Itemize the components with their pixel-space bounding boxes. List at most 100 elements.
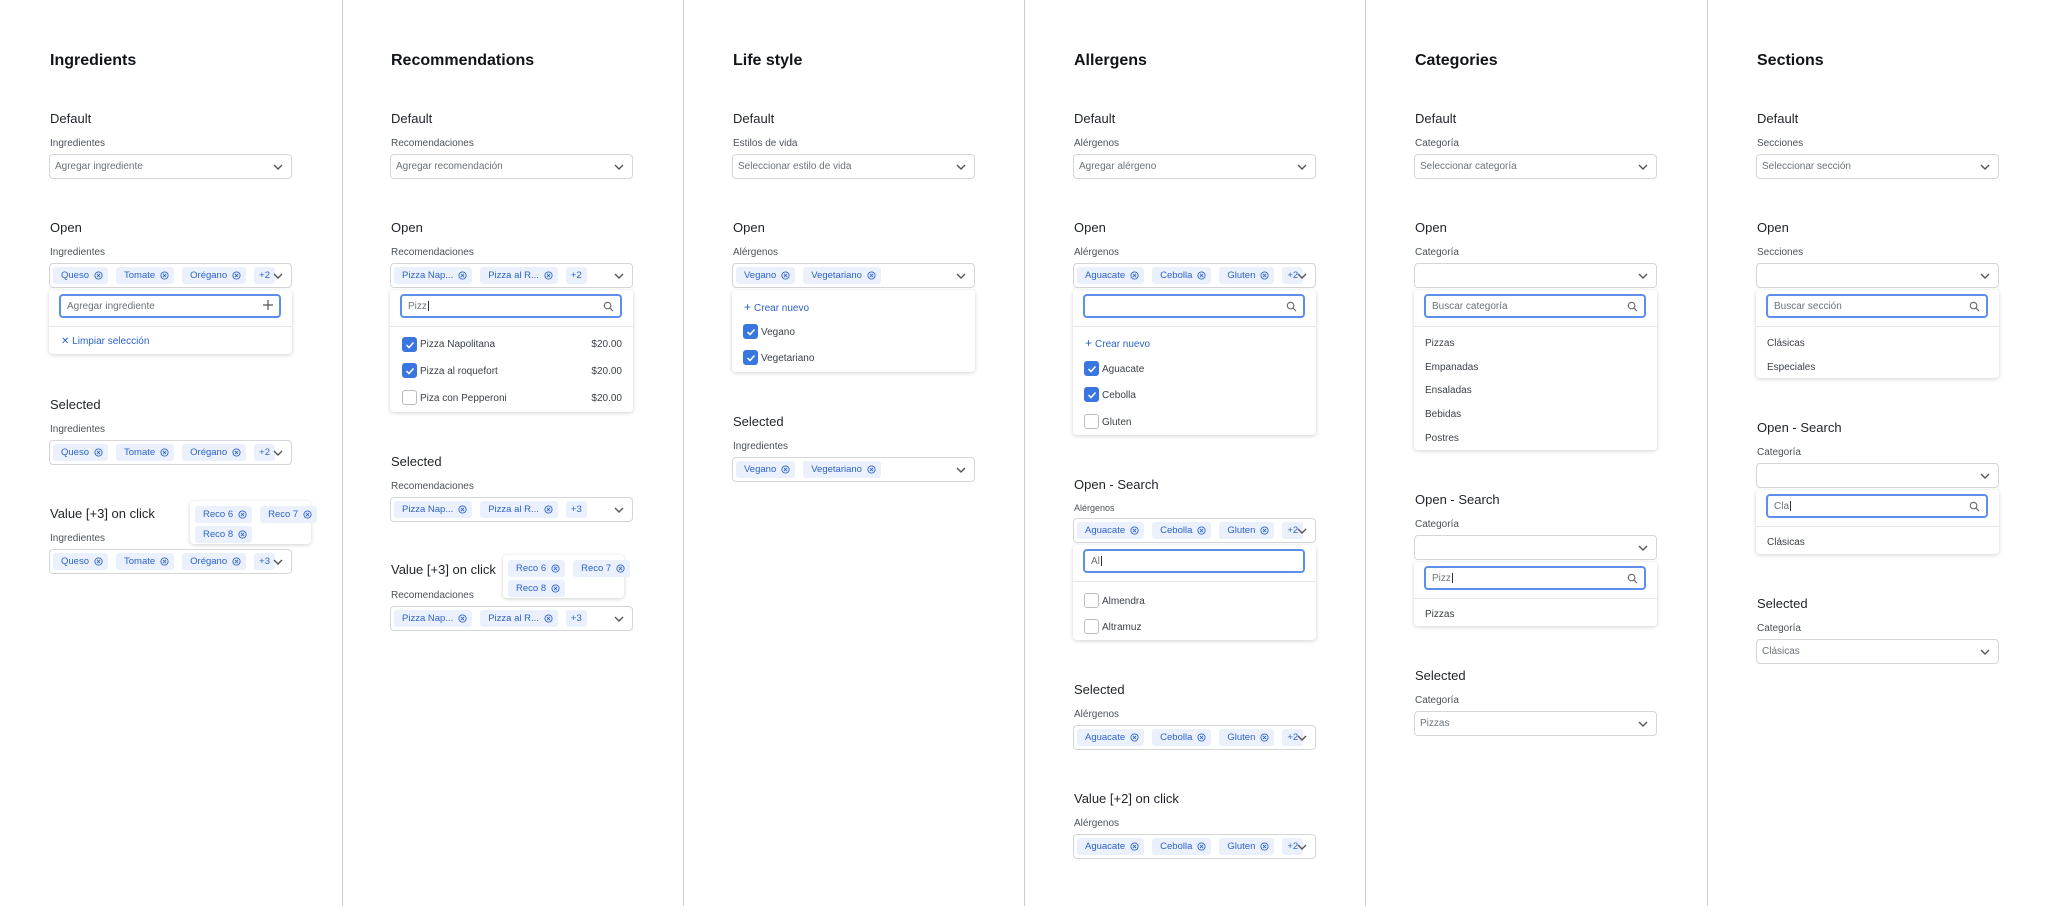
x-circle-icon[interactable]	[1197, 842, 1206, 851]
option-label[interactable]: Cebolla	[1102, 390, 1136, 401]
x-circle-icon[interactable]	[781, 465, 790, 474]
chip[interactable]: Reco 6	[508, 560, 566, 577]
chip[interactable]: Pizza al R...	[480, 267, 558, 284]
option-label[interactable]: Pizza Napolitana	[420, 339, 495, 350]
chip[interactable]: Queso	[53, 267, 108, 284]
x-circle-icon[interactable]	[616, 564, 625, 573]
allergens-value-click-select[interactable]: Aguacate Cebolla Gluten +2	[1073, 834, 1316, 859]
chip[interactable]: Pizza Nap...	[394, 267, 473, 284]
ingredients-default-select[interactable]: Agregar ingrediente	[49, 154, 292, 179]
option-label[interactable]: Aguacate	[1102, 364, 1144, 375]
x-circle-icon[interactable]	[1130, 733, 1139, 742]
x-circle-icon[interactable]	[867, 271, 876, 280]
option-label[interactable]: Almendra	[1102, 596, 1145, 607]
option-checkbox[interactable]	[1084, 593, 1099, 608]
option-checkbox[interactable]	[402, 390, 417, 405]
plus-icon[interactable]	[262, 299, 274, 311]
x-circle-icon[interactable]	[232, 271, 241, 280]
option-checkbox[interactable]	[743, 350, 758, 365]
chip[interactable]: Reco 7	[260, 506, 318, 523]
x-circle-icon[interactable]	[303, 510, 312, 519]
option-checkbox[interactable]	[1084, 414, 1099, 429]
x-circle-icon[interactable]	[1130, 526, 1139, 535]
recommendations-selected-select[interactable]: Pizza Nap... Pizza al R... +3	[390, 497, 633, 522]
option-checkbox[interactable]	[1084, 361, 1099, 376]
chip[interactable]: Aguacate	[1077, 522, 1145, 539]
option-label[interactable]: Piza con Pepperoni	[420, 393, 507, 404]
option-label[interactable]: Postres	[1425, 433, 1459, 444]
search-input[interactable]: Al	[1083, 549, 1305, 573]
x-circle-icon[interactable]	[1197, 271, 1206, 280]
chip[interactable]: Tomate	[116, 444, 175, 461]
option-label[interactable]: Gluten	[1102, 417, 1131, 428]
chip[interactable]: Reco 7	[573, 560, 631, 577]
x-circle-icon[interactable]	[160, 557, 169, 566]
chip[interactable]: Aguacate	[1077, 838, 1145, 855]
chip[interactable]: Queso	[53, 553, 108, 570]
categories-selected-select[interactable]: Pizzas	[1414, 711, 1657, 736]
x-circle-icon[interactable]	[867, 465, 876, 474]
allergens-default-select[interactable]: Agregar alérgeno	[1073, 154, 1316, 179]
chip[interactable]: Pizza Nap...	[394, 610, 473, 627]
x-circle-icon[interactable]	[544, 271, 553, 280]
chip[interactable]: Gluten	[1219, 267, 1275, 284]
chip[interactable]: Cebolla	[1152, 522, 1212, 539]
x-circle-icon[interactable]	[1130, 842, 1139, 851]
chip[interactable]: Tomate	[116, 553, 175, 570]
chip[interactable]: Vegano	[736, 461, 796, 478]
x-circle-icon[interactable]	[551, 584, 560, 593]
chip[interactable]: Aguacate	[1077, 267, 1145, 284]
ingredients-selected-select[interactable]: Queso Tomate Orégano +2	[49, 440, 292, 465]
lifestyle-selected-select[interactable]: Vegano Vegetariano	[732, 457, 975, 482]
chip[interactable]: Orégano	[182, 553, 247, 570]
chip[interactable]: Orégano	[182, 444, 247, 461]
chip[interactable]: Reco 8	[195, 526, 253, 543]
allergens-selected-select[interactable]: Aguacate Cebolla Gluten +2	[1073, 725, 1316, 750]
more-count-badge[interactable]: +2	[254, 267, 275, 284]
categories-default-select[interactable]: Seleccionar categoría	[1414, 154, 1657, 179]
more-count-badge[interactable]: +3	[565, 501, 587, 518]
option-label[interactable]: Clásicas	[1767, 537, 1805, 548]
recommendations-open-select[interactable]: Pizza Nap... Pizza al R... +2	[390, 263, 633, 288]
option-checkbox[interactable]	[743, 324, 758, 339]
x-circle-icon[interactable]	[232, 448, 241, 457]
option-label[interactable]: Pizzas	[1425, 609, 1454, 620]
recommendations-default-select[interactable]: Agregar recomendación	[390, 154, 633, 179]
option-checkbox[interactable]	[1084, 387, 1099, 402]
option-label[interactable]: Vegano	[761, 327, 795, 338]
x-circle-icon[interactable]	[1197, 526, 1206, 535]
create-new-button[interactable]: + Crear nuevo	[744, 300, 809, 314]
option-label[interactable]: Bebidas	[1425, 409, 1461, 420]
x-circle-icon[interactable]	[94, 448, 103, 457]
search-input[interactable]	[1083, 294, 1305, 318]
option-checkbox[interactable]	[402, 363, 417, 378]
option-label[interactable]: Altramuz	[1102, 622, 1141, 633]
option-label[interactable]: Empanadas	[1425, 362, 1478, 373]
clear-selection-button[interactable]: ✕ Limpiar selección	[61, 336, 149, 347]
option-label[interactable]: Ensaladas	[1425, 385, 1472, 396]
x-circle-icon[interactable]	[232, 557, 241, 566]
chip[interactable]: Orégano	[182, 267, 247, 284]
chip[interactable]: Vegetariano	[803, 461, 881, 478]
chip[interactable]: Cebolla	[1152, 729, 1212, 746]
x-circle-icon[interactable]	[781, 271, 790, 280]
x-circle-icon[interactable]	[238, 510, 247, 519]
lifestyle-open-select[interactable]: Vegano Vegetariano	[732, 263, 975, 288]
x-circle-icon[interactable]	[458, 271, 467, 280]
categories-open-search-select[interactable]	[1414, 535, 1657, 560]
chip[interactable]: Pizza al R...	[480, 501, 558, 518]
sections-selected-select[interactable]: Clásicas	[1756, 639, 1999, 664]
add-ingredient-input[interactable]: Agregar ingrediente	[59, 294, 281, 318]
chip[interactable]: Gluten	[1219, 729, 1275, 746]
more-count-badge[interactable]: +2	[565, 267, 587, 284]
x-circle-icon[interactable]	[94, 271, 103, 280]
chip[interactable]: Aguacate	[1077, 729, 1145, 746]
chip[interactable]: Pizza Nap...	[394, 501, 473, 518]
search-input[interactable]: Pizz	[400, 294, 622, 318]
chip[interactable]: Cebolla	[1152, 838, 1212, 855]
x-circle-icon[interactable]	[544, 505, 553, 514]
x-circle-icon[interactable]	[1130, 271, 1139, 280]
x-circle-icon[interactable]	[458, 614, 467, 623]
chip[interactable]: Tomate	[116, 267, 175, 284]
x-circle-icon[interactable]	[1260, 733, 1269, 742]
